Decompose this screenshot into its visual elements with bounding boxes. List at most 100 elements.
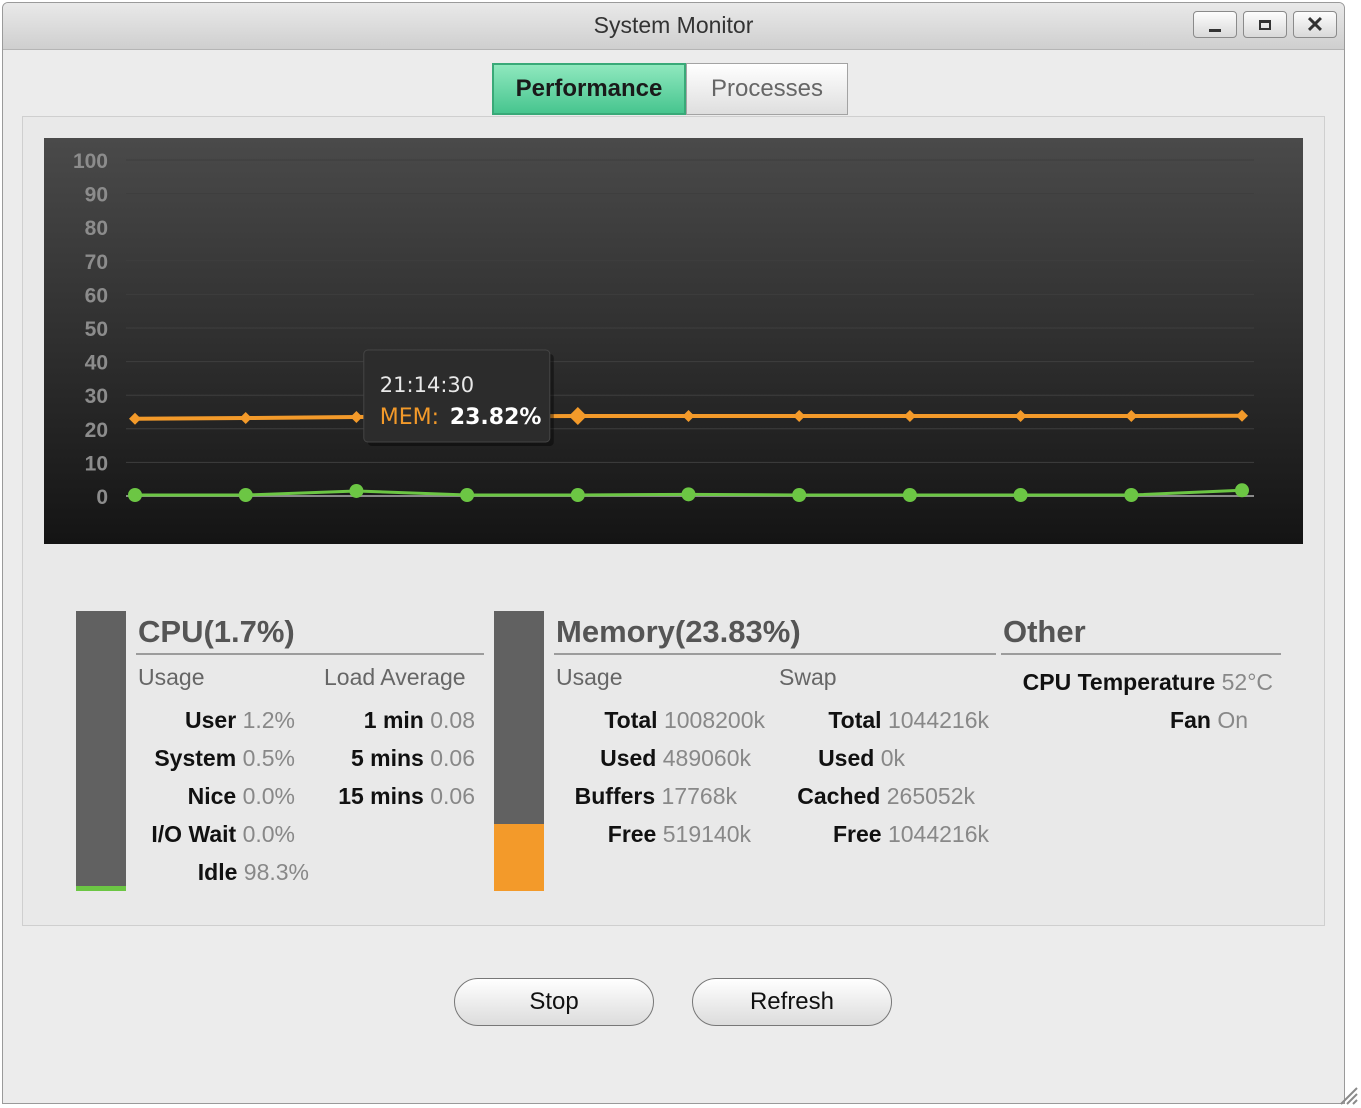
- fan-value: On: [1217, 707, 1248, 733]
- swap-cached-row: Cached 265052k: [797, 783, 975, 810]
- fan-label: Fan: [1170, 707, 1211, 733]
- stop-button[interactable]: Stop: [454, 978, 654, 1026]
- usage-chart: 0 10 20 30 40 50 60 70 80 90 100 21:14:30 MEM: 23.82…: [44, 138, 1303, 544]
- cpu-nice-value: 0.0%: [242, 783, 295, 809]
- cpu-nice-label: Nice: [187, 783, 237, 809]
- cpu-iowait-value: 0.0%: [242, 821, 295, 847]
- y-tick-label: 60: [85, 284, 108, 307]
- cpu-temperature-value: 52°C: [1221, 669, 1273, 695]
- swap-total-label: Total: [828, 707, 882, 733]
- cpu-data-point: [681, 487, 696, 502]
- mem-free-value: 519140k: [662, 821, 751, 847]
- y-tick-label: 20: [85, 419, 108, 442]
- load-5min-value: 0.06: [430, 745, 475, 771]
- cpu-idle-label: Idle: [197, 859, 238, 885]
- cpu-data-point: [1124, 487, 1139, 502]
- cpu-data-point: [1013, 487, 1028, 502]
- cpu-data-point: [460, 487, 475, 502]
- chart-background: [44, 138, 1303, 544]
- y-tick-label: 100: [73, 150, 108, 173]
- cpu-idle-row: Idle 98.3%: [198, 859, 309, 886]
- y-tick-label: 10: [85, 452, 108, 475]
- cpu-divider: [136, 653, 484, 655]
- swap-cached-label: Cached: [797, 783, 881, 809]
- cpu-system-label: System: [154, 745, 237, 771]
- swap-used-row: Used 0k: [818, 745, 905, 772]
- cpu-user-row: User 1.2%: [185, 707, 295, 734]
- memory-usage-bar: [494, 611, 544, 891]
- mem-total-row: Total 1008200k: [604, 707, 765, 734]
- tab-processes[interactable]: Processes: [686, 63, 848, 115]
- swap-free-label: Free: [832, 821, 882, 847]
- cpu-system-row: System 0.5%: [154, 745, 295, 772]
- maximize-icon: [1259, 19, 1271, 30]
- mem-used-row: Used 489060k: [600, 745, 751, 772]
- swap-used-label: Used: [818, 745, 875, 771]
- cpu-data-point: [238, 487, 253, 502]
- swap-free-value: 1044216k: [887, 821, 989, 847]
- minimize-icon: [1209, 29, 1221, 32]
- load-5min-row: 5 mins 0.06: [351, 745, 475, 772]
- cpu-usage-header: Usage: [138, 664, 205, 690]
- close-button[interactable]: ✕: [1293, 11, 1337, 38]
- usage-chart-svg: 0 10 20 30 40 50 60 70 80 90 100 21:14:30 MEM: 23.82…: [44, 138, 1303, 544]
- swap-used-value: 0k: [880, 745, 905, 771]
- cpu-data-point: [792, 487, 807, 502]
- load-1min-row: 1 min 0.08: [364, 707, 475, 734]
- y-tick-label: 90: [85, 184, 108, 207]
- tooltip-time: 21:14:30: [380, 373, 474, 397]
- load-15min-value: 0.06: [430, 783, 475, 809]
- cpu-data-point: [1235, 483, 1249, 498]
- resize-grip-icon[interactable]: [1335, 1082, 1359, 1106]
- swap-cached-value: 265052k: [886, 783, 975, 809]
- cpu-usage-bar-fill: [76, 886, 126, 891]
- cpu-data-point: [570, 487, 585, 502]
- tab-bar: Performance Processes: [492, 63, 848, 115]
- cpu-iowait-label: I/O Wait: [151, 821, 237, 847]
- y-tick-label: 50: [85, 318, 108, 341]
- cpu-temperature-row: CPU Temperature 52°C: [1023, 669, 1273, 696]
- memory-title: Memory(23.83%): [556, 614, 801, 649]
- load-15min-label: 15 mins: [338, 783, 424, 809]
- minimize-button[interactable]: [1193, 11, 1237, 38]
- mem-total-label: Total: [604, 707, 658, 733]
- y-tick-label: 40: [85, 352, 108, 375]
- mem-used-value: 489060k: [662, 745, 751, 771]
- memory-divider: [554, 653, 996, 655]
- cpu-iowait-row: I/O Wait 0.0%: [151, 821, 295, 848]
- mem-buffers-value: 17768k: [661, 783, 737, 809]
- swap-total-row: Total 1044216k: [828, 707, 989, 734]
- y-tick-label: 80: [85, 217, 108, 240]
- load-1min-label: 1 min: [363, 707, 424, 733]
- cpu-load-header: Load Average: [324, 664, 466, 690]
- cpu-user-value: 1.2%: [242, 707, 295, 733]
- load-15min-row: 15 mins 0.06: [338, 783, 475, 810]
- y-tick-label: 70: [85, 251, 108, 274]
- mem-buffers-label: Buffers: [574, 783, 656, 809]
- memory-usage-header: Usage: [556, 664, 623, 690]
- cpu-usage-bar: [76, 611, 126, 891]
- mem-total-value: 1008200k: [663, 707, 765, 733]
- swap-free-row: Free 1044216k: [833, 821, 989, 848]
- other-title: Other: [1003, 614, 1086, 649]
- maximize-button[interactable]: [1243, 11, 1287, 38]
- refresh-button[interactable]: Refresh: [692, 978, 892, 1026]
- cpu-data-point: [349, 483, 364, 498]
- cpu-nice-row: Nice 0.0%: [188, 783, 295, 810]
- mem-used-label: Used: [600, 745, 657, 771]
- cpu-data-point: [902, 487, 917, 502]
- tooltip-value: 23.82%: [450, 405, 542, 430]
- mem-free-label: Free: [607, 821, 657, 847]
- cpu-idle-value: 98.3%: [243, 859, 309, 885]
- mem-free-row: Free 519140k: [608, 821, 751, 848]
- window-title: System Monitor: [593, 12, 754, 38]
- memory-swap-header: Swap: [779, 664, 837, 690]
- tab-performance[interactable]: Performance: [492, 63, 686, 115]
- mem-buffers-row: Buffers 17768k: [575, 783, 737, 810]
- cpu-temperature-label: CPU Temperature: [1022, 669, 1216, 695]
- y-tick-label: 0: [96, 486, 108, 509]
- other-divider: [1001, 653, 1281, 655]
- title-bar[interactable]: System Monitor ✕: [3, 3, 1344, 50]
- load-1min-value: 0.08: [430, 707, 475, 733]
- cpu-system-value: 0.5%: [242, 745, 295, 771]
